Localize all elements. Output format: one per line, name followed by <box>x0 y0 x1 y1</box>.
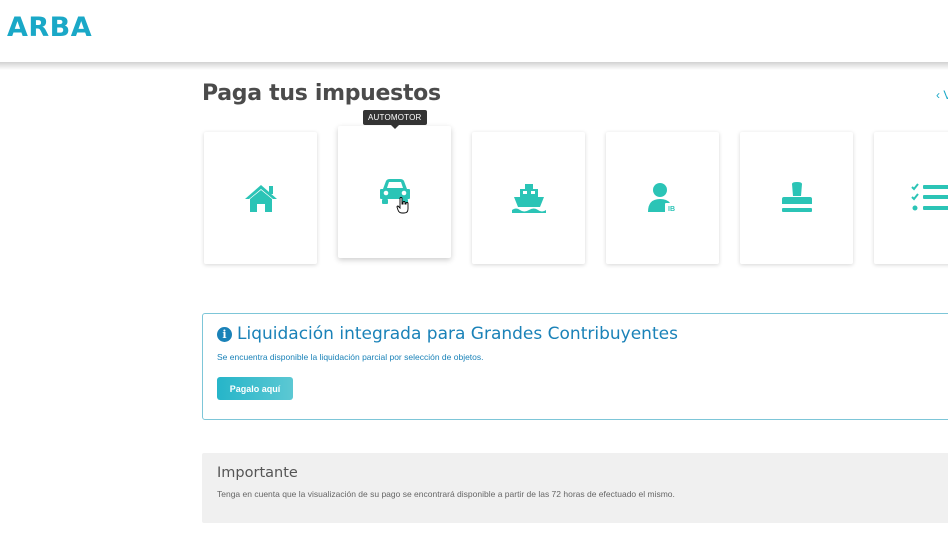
info-icon: i <box>217 326 232 342</box>
grandes-contribuyentes-box: i Liquidación integrada para Grandes Con… <box>202 313 948 420</box>
stamp-icon <box>781 182 812 212</box>
tile-inmobiliario[interactable] <box>204 132 317 264</box>
note-title: Importante <box>217 465 298 481</box>
ib-badge: IB <box>668 206 675 213</box>
pay-here-button[interactable]: Pagalo aquí <box>217 377 293 400</box>
top-header: ARBA <box>0 0 948 64</box>
header-shadow <box>0 62 948 70</box>
person-ib-icon: IB <box>647 183 678 213</box>
tile-embarcaciones[interactable] <box>472 132 585 264</box>
tile-sellos[interactable] <box>740 132 853 264</box>
tile-planes[interactable] <box>874 132 948 264</box>
automotor-tooltip: AUTOMOTOR <box>363 110 427 129</box>
back-link[interactable]: ‹ V <box>936 88 948 102</box>
house-icon <box>244 185 277 212</box>
info-heading: i Liquidación integrada para Grandes Con… <box>217 324 678 344</box>
arba-logo[interactable]: ARBA <box>7 12 92 43</box>
info-title: Liquidación integrada para Grandes Contr… <box>237 324 678 344</box>
checklist-icon <box>910 183 948 211</box>
tile-ingresos-brutos[interactable]: IB <box>606 132 719 264</box>
tile-automotor[interactable] <box>338 126 451 258</box>
info-text: Se encuentra disponible la liquidación p… <box>217 352 484 362</box>
important-note: Importante Tenga en cuenta que la visual… <box>202 453 948 523</box>
note-text: Tenga en cuenta que la visualización de … <box>217 489 675 499</box>
page-title: Paga tus impuestos <box>202 81 441 106</box>
ship-icon <box>511 184 546 213</box>
hand-cursor-icon <box>396 197 409 214</box>
